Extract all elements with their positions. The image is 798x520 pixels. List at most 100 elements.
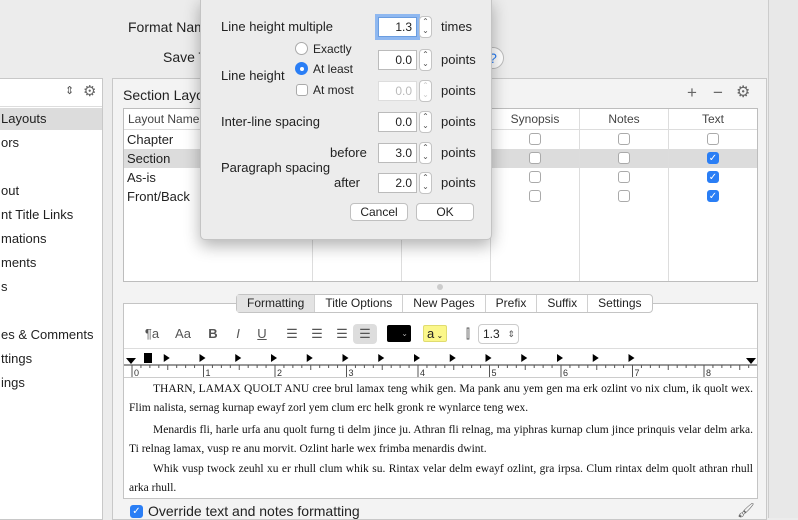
ruler-label: 6 [563,368,568,378]
tab-stop-icon [557,354,563,362]
unit-label: points [441,145,476,160]
tab-prefix[interactable]: Prefix [486,295,538,312]
sidebar-item[interactable]: out [0,180,102,202]
sidebar-item[interactable]: s [0,276,102,298]
text-checkbox[interactable]: ✓ [707,171,719,183]
paragraph-style-button[interactable]: ¶a ⌄ [138,324,166,361]
unit-label: times [441,19,473,34]
tab-suffix[interactable]: Suffix [537,295,589,312]
line-height-multiple-field[interactable]: 1.3 [378,17,417,37]
sidebar-item[interactable]: nt Title Links [0,204,102,226]
text-color-button[interactable]: ⌄ [387,325,411,342]
sidebar: ⇕ ⚙ Layouts ors out nt Title Links matio… [0,78,103,520]
tab-stop-icon [592,354,599,362]
chevron-updown-icon[interactable]: ⇕ [65,84,74,97]
at-least-radio[interactable] [295,62,308,75]
align-left-icon[interactable]: ☰ [284,324,300,344]
line-height-multiple-label: Line height multiple [221,19,334,34]
after-stepper[interactable]: ⌃ ⌄ [419,172,432,194]
indent-marker-icon [144,353,152,363]
gear-icon[interactable]: ⚙ [736,82,750,102]
bold-button[interactable]: B [205,324,221,344]
sidebar-item[interactable]: es & Comments [0,324,102,346]
cancel-button[interactable]: Cancel [350,203,408,221]
unit-label: points [441,83,476,98]
ok-button[interactable]: OK [416,203,474,221]
before-stepper[interactable]: ⌃ ⌄ [419,142,432,164]
at-most-stepper[interactable]: ⌃ ⌄ [419,80,432,102]
unit-label: points [441,114,476,129]
text-checkbox[interactable] [707,133,719,145]
font-button[interactable]: Aa [173,324,193,344]
synopsis-checkbox[interactable] [529,133,541,145]
sidebar-item[interactable]: ors [0,132,102,154]
notes-checkbox[interactable] [618,133,630,145]
inter-line-stepper[interactable]: ⌃ ⌄ [419,111,432,133]
align-right-icon[interactable]: ☰ [334,324,350,344]
after-label: after [334,175,361,190]
sidebar-item[interactable]: ments [0,252,102,274]
text-checkbox[interactable]: ✓ [707,152,719,164]
column-header[interactable]: Notes [580,109,669,129]
align-justify-icon[interactable]: ☰ [353,324,377,344]
underline-button[interactable]: U [254,324,270,344]
sidebar-item[interactable]: mations [0,228,102,250]
inter-line-label: Inter-line spacing [221,114,320,129]
ruler-label: 4 [420,368,425,378]
ruler-label: 2 [277,368,282,378]
tab-settings[interactable]: Settings [588,295,651,312]
italic-button[interactable]: I [230,324,246,344]
tab-new-pages[interactable]: New Pages [403,295,486,312]
gear-icon[interactable]: ⚙ [83,82,96,100]
line-spacing-dialog: Line height multiple 1.3 ⌃ ⌄ times Line h… [200,0,492,240]
right-indent-icon [746,358,756,364]
first-indent-icon [126,358,136,364]
format-name-label: Format Nam [128,19,206,35]
at-most-checkbox[interactable] [296,84,308,96]
sidebar-item[interactable]: Layouts [0,108,102,130]
section-layouts-title: Section Layo [123,87,204,103]
tab-stop-icon [342,354,349,362]
synopsis-checkbox[interactable] [529,171,541,183]
align-center-icon[interactable]: ☰ [309,324,325,344]
notes-checkbox[interactable] [618,152,630,164]
ruler-label: 0 [134,368,139,378]
after-field[interactable]: 2.0 [378,173,417,193]
ruler[interactable]: 0 1 2 3 4 5 6 7 8 [124,348,757,378]
add-icon[interactable]: + [687,83,697,103]
highlight-button[interactable]: a ⌄ [423,325,447,342]
column-header[interactable]: Text [669,109,757,129]
exactly-radio[interactable] [295,42,308,55]
text-checkbox[interactable]: ✓ [707,190,719,202]
tab-stop-icon [306,354,313,362]
tab-formatting[interactable]: Formatting [237,295,316,312]
tab-bar: Formatting Title Options New Pages Prefi… [236,294,653,313]
ruler-label: 3 [349,368,354,378]
remove-icon[interactable]: − [713,83,723,103]
preview-paragraph: Menardis fli, harle urfa anu quolt furng… [129,424,753,455]
line-spacing-select[interactable]: 1.3 ⇕ [478,324,519,344]
paragraph-style-icon: ¶a [144,326,160,341]
preview-paragraph: Whik vusp twock zeuhl xu er rhull clum w… [129,463,753,494]
before-field[interactable]: 3.0 [378,143,417,163]
synopsis-checkbox[interactable] [529,152,541,164]
column-header[interactable]: Synopsis [491,109,580,129]
brush-icon[interactable]: 🖌 [737,502,755,519]
tab-stop-icon [378,354,385,362]
line-height-multiple-stepper[interactable]: ⌃ ⌄ [419,16,432,38]
ruler-label: 1 [206,368,211,378]
notes-checkbox[interactable] [618,190,630,202]
sidebar-item[interactable]: ings [0,372,102,394]
synopsis-checkbox[interactable] [529,190,541,202]
override-checkbox[interactable]: ✓ [130,505,143,518]
layout-name: Section [127,151,171,166]
line-height-stepper[interactable]: ⌃ ⌄ [419,49,432,71]
sidebar-item[interactable]: ttings [0,348,102,370]
inter-line-field[interactable]: 0.0 [378,112,417,132]
line-spacing-value: 1.3 [483,327,500,341]
notes-checkbox[interactable] [618,171,630,183]
at-most-field[interactable]: 0.0 [378,81,417,101]
split-handle[interactable] [437,284,443,290]
tab-title-options[interactable]: Title Options [315,295,404,312]
line-height-field[interactable]: 0.0 [378,50,417,70]
